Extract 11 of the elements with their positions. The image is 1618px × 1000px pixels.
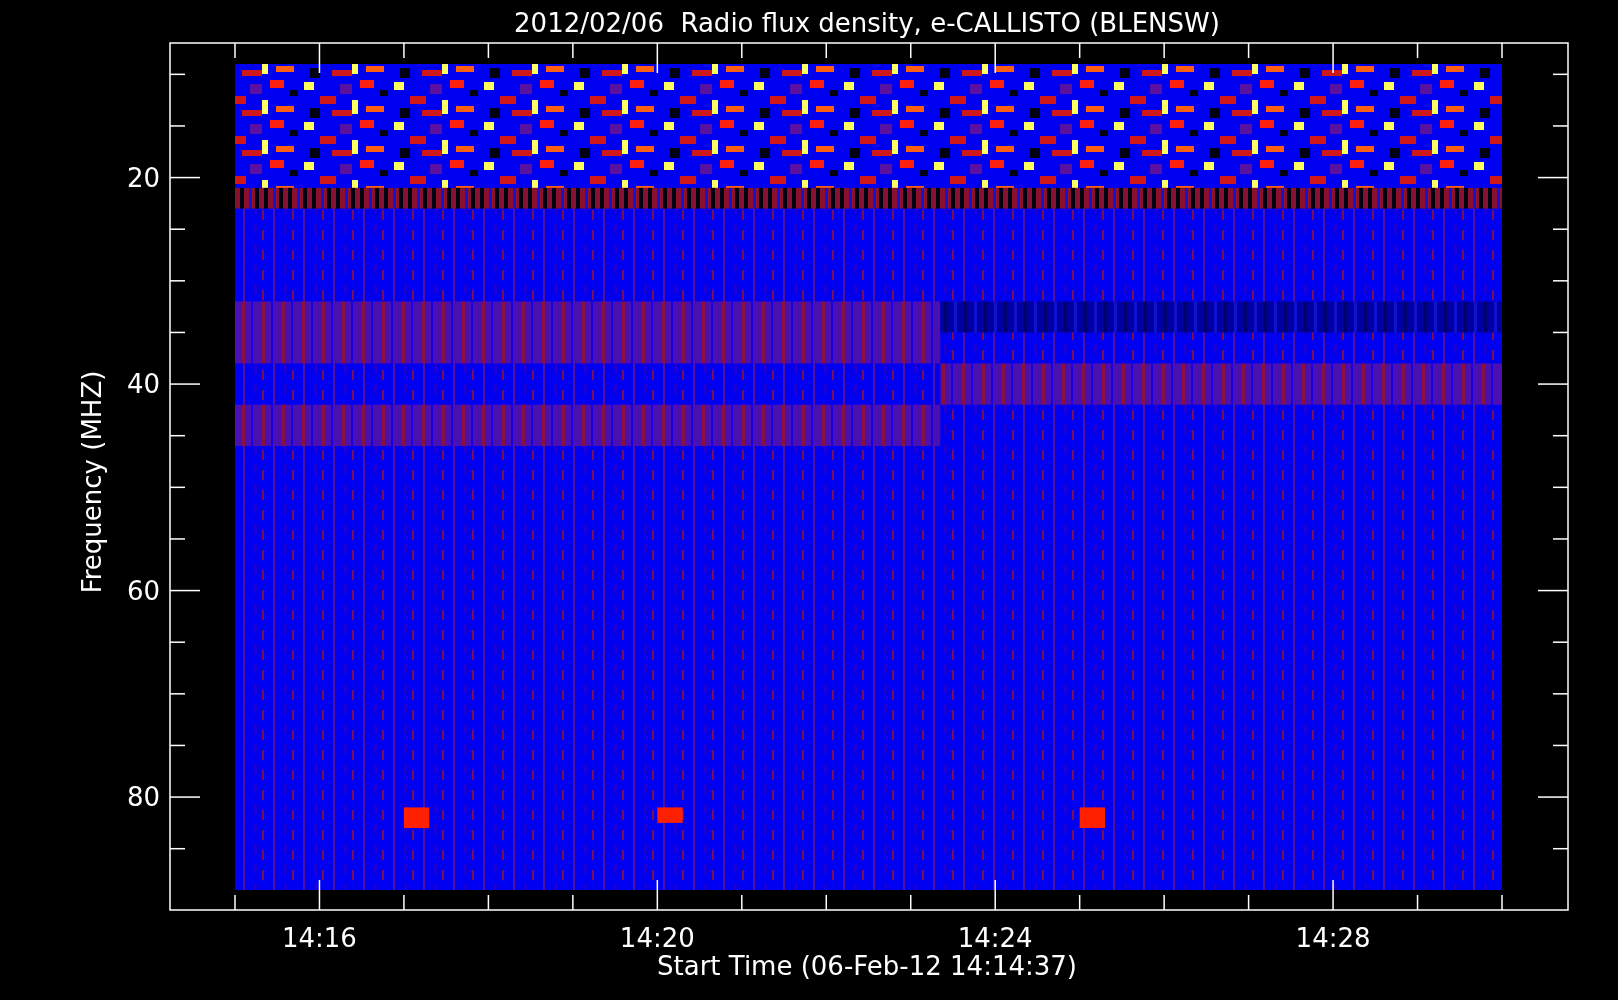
y-axis-label: Frequency (MHZ) [77, 370, 107, 594]
y-tick-label: 20 [126, 162, 160, 193]
y-tick-label: 40 [126, 369, 160, 400]
y-tick-label: 80 [126, 782, 160, 813]
x-axis-label: Start Time (06-Feb-12 14:14:37) [657, 951, 1077, 981]
chart-title: 2012/02/06 Radio flux density, e-CALLISTO (BLENSW) [514, 8, 1220, 38]
x-tick-label: 14:24 [957, 923, 1033, 953]
x-tick-label: 14:28 [1295, 923, 1371, 953]
x-tick-label: 14:16 [282, 923, 357, 953]
x-tick-label: 14:20 [619, 923, 695, 953]
y-tick-label: 60 [126, 575, 160, 606]
